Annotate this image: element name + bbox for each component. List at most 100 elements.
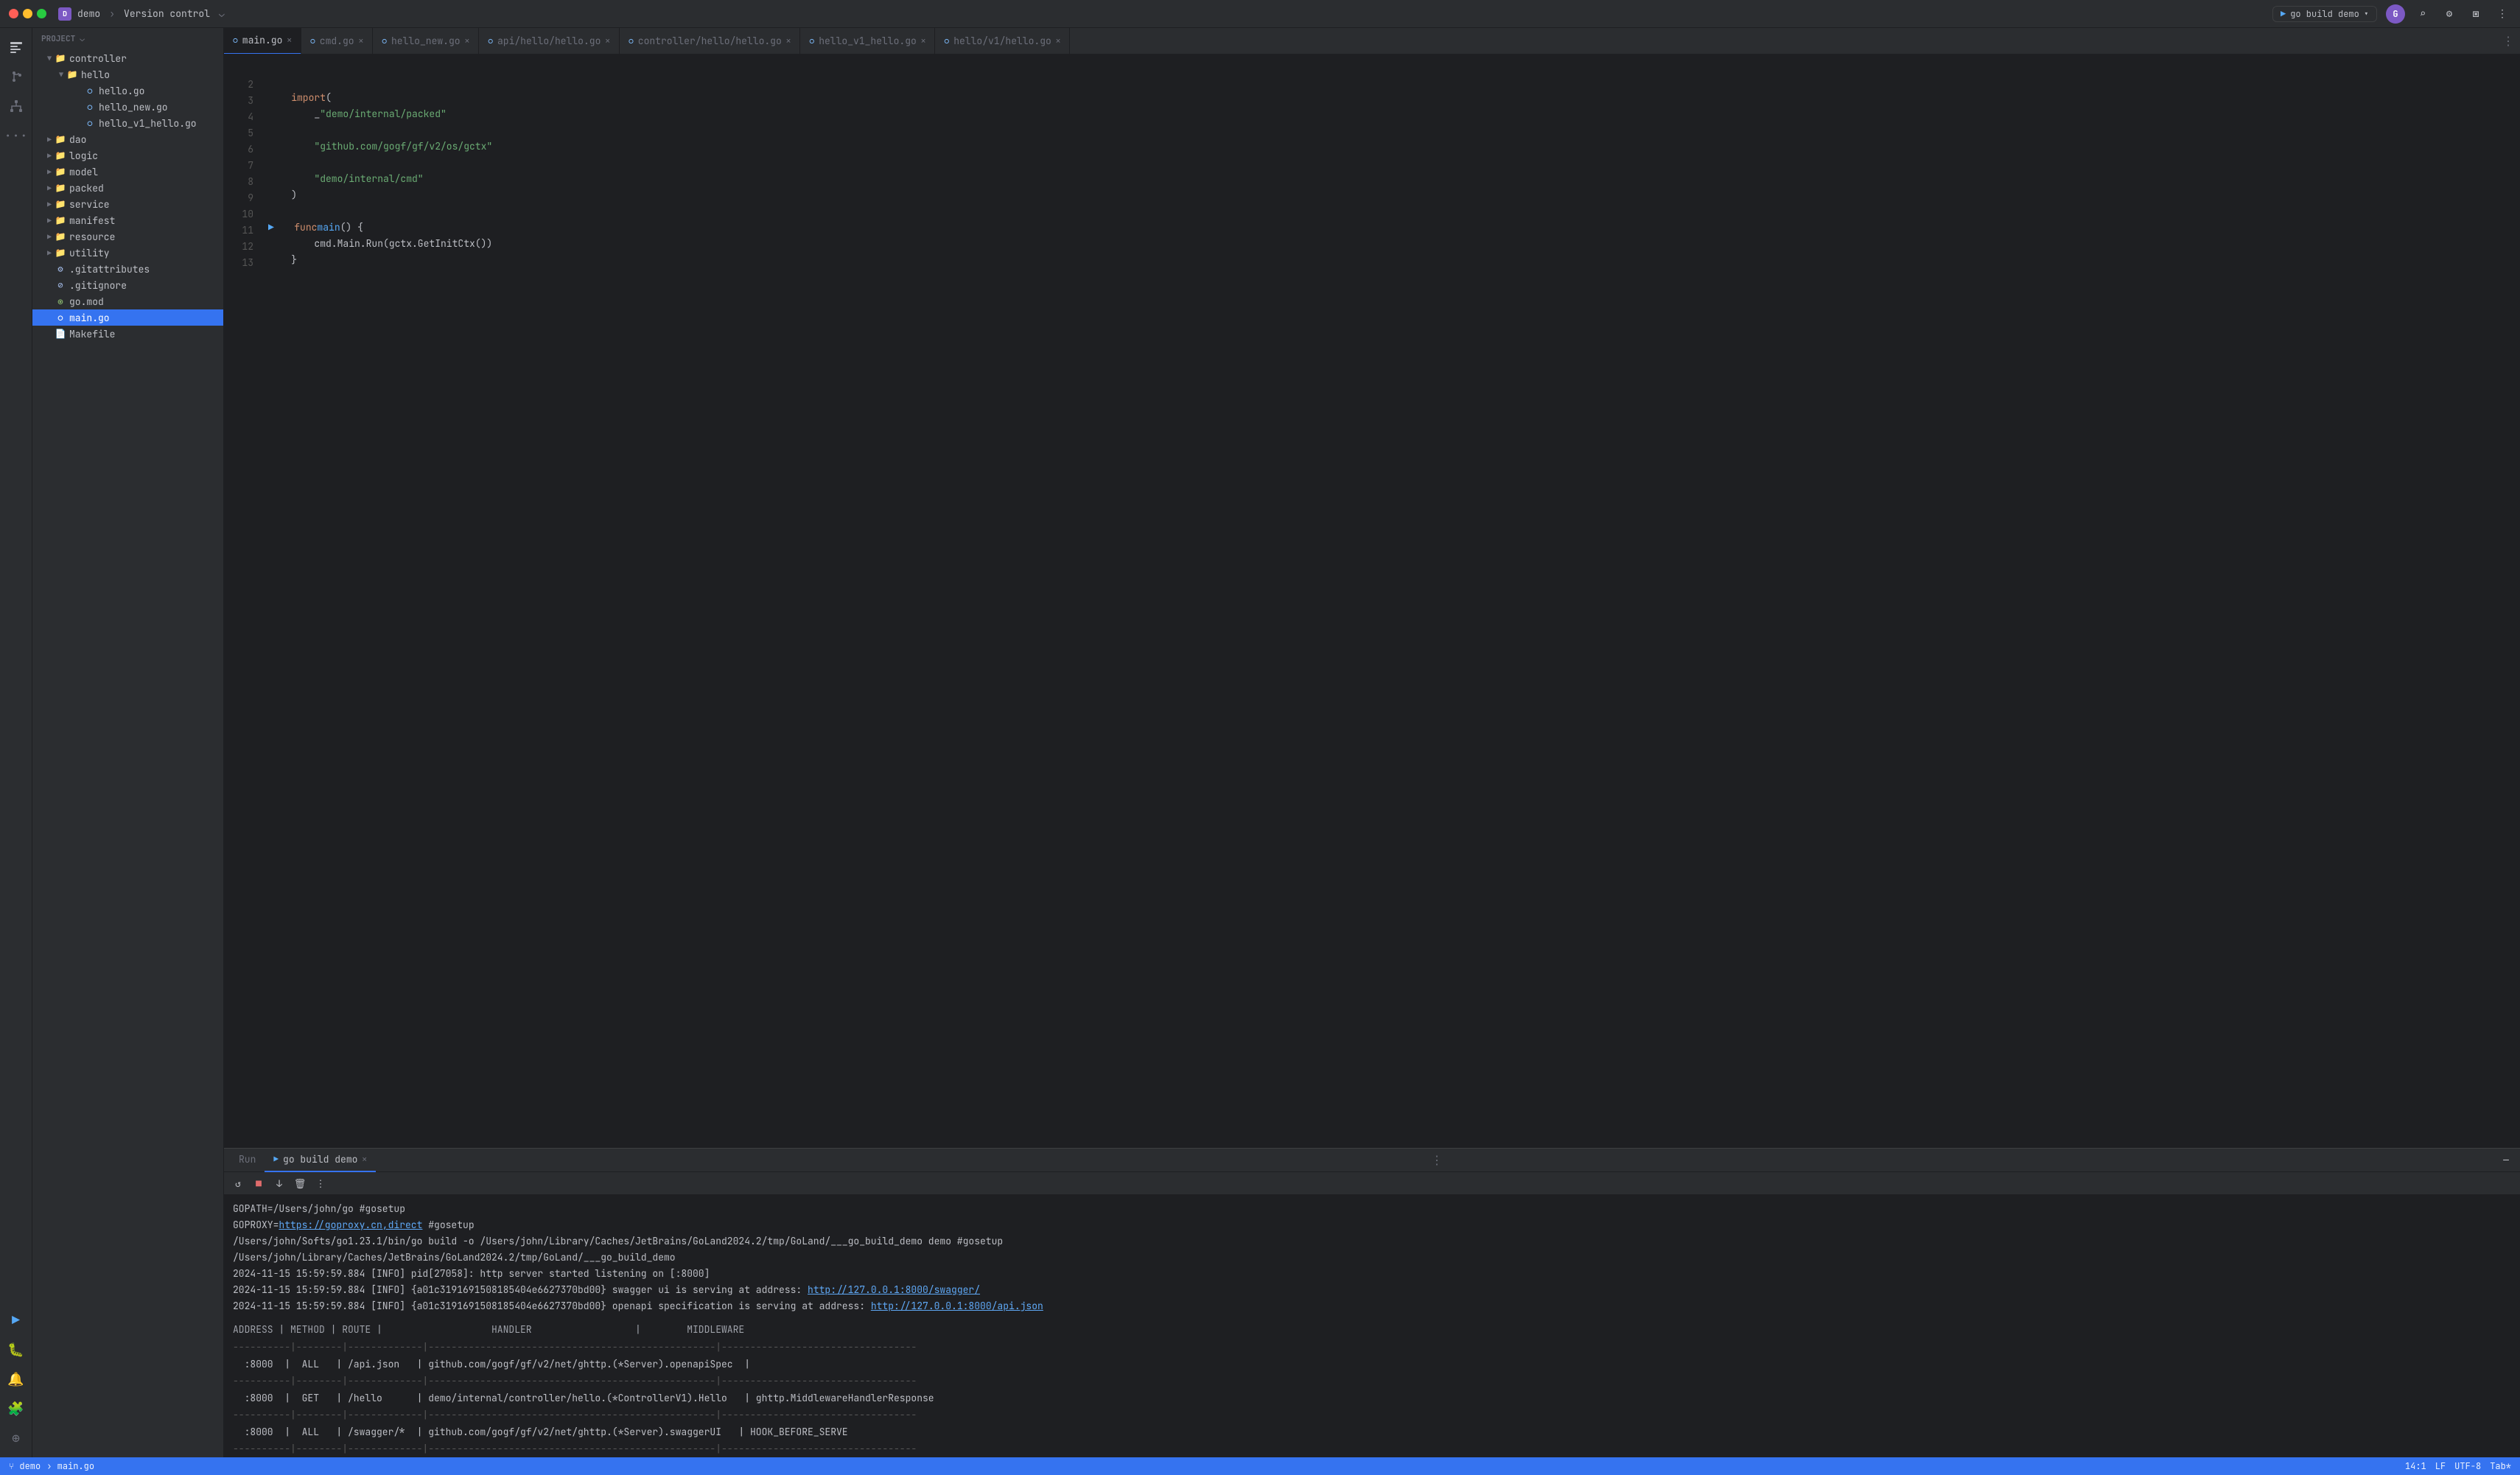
tree-item-hello-new-go[interactable]: ○ hello_new.go	[32, 99, 223, 115]
rerun-button[interactable]: ↺	[230, 1175, 246, 1191]
tree-item-manifest[interactable]: ▶ 📁 manifest	[32, 212, 223, 228]
tab-close-button[interactable]: ✕	[1056, 36, 1061, 46]
table-divider: ----------|--------|-------------|------…	[233, 1441, 2511, 1457]
output-line-5: 2024-11-15 15:59:59.884 [INFO] pid[27058…	[233, 1266, 2511, 1282]
status-line-ending[interactable]: LF	[2435, 1460, 2446, 1472]
tab-close-button[interactable]: ✕	[287, 35, 292, 46]
close-button[interactable]	[9, 9, 18, 18]
run-output[interactable]: GOPATH=/Users/john/go #gosetup GOPROXY=h…	[224, 1195, 2520, 1457]
status-indent[interactable]: Tab*	[2490, 1460, 2511, 1472]
tree-item-service[interactable]: ▶ 📁 service	[32, 196, 223, 212]
run-tab-label: Run	[239, 1153, 256, 1166]
tree-item-hello-go[interactable]: ○ hello.go	[32, 83, 223, 99]
tab-close-button[interactable]: ✕	[465, 36, 470, 46]
tree-item-gitattributes[interactable]: ⚙ .gitattributes	[32, 261, 223, 277]
tab-hello-new-go[interactable]: ○ hello_new.go ✕	[373, 28, 479, 55]
status-position[interactable]: 14:1	[2405, 1460, 2426, 1472]
tab-main-go[interactable]: ○ main.go ✕	[224, 28, 301, 55]
run-tab-close-button[interactable]: ✕	[362, 1155, 367, 1165]
activity-structure-icon[interactable]	[3, 93, 29, 119]
run-tab-label: go build demo	[283, 1153, 357, 1166]
run-panel-controls: —	[2498, 1152, 2514, 1169]
tree-arrow-utility: ▶	[44, 248, 55, 258]
run-panel-minimize-button[interactable]: —	[2498, 1152, 2514, 1169]
tab-controller-hello-go[interactable]: ○ controller/hello/hello.go ✕	[620, 28, 800, 55]
tab-label: hello_new.go	[391, 35, 461, 47]
go-file-tab-icon: ○	[488, 36, 493, 46]
tree-item-model[interactable]: ▶ 📁 model	[32, 164, 223, 180]
code-line: _ "demo/internal/packed"	[259, 106, 2514, 122]
status-git-branch[interactable]: ⑂ demo	[9, 1460, 41, 1472]
tab-close-button[interactable]: ✕	[786, 36, 791, 46]
run-tab-run[interactable]: Run	[230, 1149, 265, 1172]
run-configuration-widget[interactable]: ▶ go build demo ▾	[2272, 6, 2377, 22]
settings-icon[interactable]: ⚙	[2440, 5, 2458, 23]
run-tabs-more-button[interactable]: ⋮	[1431, 1152, 1443, 1168]
go-file-icon: ○	[84, 101, 96, 113]
tree-item-gitignore[interactable]: ⊘ .gitignore	[32, 277, 223, 293]
swagger-link[interactable]: http://127.0.0.1:8000/swagger/	[808, 1283, 980, 1296]
tab-label: hello_v1_hello.go	[819, 35, 917, 47]
activity-more-icon[interactable]: ···	[3, 122, 29, 149]
activity-plugins-icon[interactable]: 🧩	[3, 1395, 29, 1422]
run-toolbar-more-button[interactable]: ⋮	[312, 1175, 329, 1191]
layout-icon[interactable]: ▣	[2467, 5, 2485, 23]
tree-item-resource[interactable]: ▶ 📁 resource	[32, 228, 223, 245]
stop-button[interactable]: ■	[251, 1175, 267, 1191]
tree-item-gomod[interactable]: ◉ go.mod	[32, 293, 223, 309]
activity-run-icon[interactable]: ▶	[3, 1307, 29, 1334]
minimize-button[interactable]	[23, 9, 32, 18]
run-tab-build[interactable]: ▶ go build demo ✕	[265, 1149, 376, 1172]
version-control-label[interactable]: Version control	[124, 7, 210, 20]
tab-close-button[interactable]: ✕	[359, 36, 364, 46]
tree-item-utility[interactable]: ▶ 📁 utility	[32, 245, 223, 261]
code-line	[259, 122, 2514, 139]
status-charset[interactable]: UTF-8	[2454, 1460, 2481, 1472]
tab-hello-v1-hello-go[interactable]: ○ hello_v1_hello.go ✕	[800, 28, 935, 55]
editor-tabs: ○ main.go ✕ ○ cmd.go ✕ ○ hello_new.go ✕ …	[224, 28, 2520, 55]
tab-api-hello-go[interactable]: ○ api/hello/hello.go ✕	[479, 28, 620, 55]
tree-item-dao[interactable]: ▶ 📁 dao	[32, 131, 223, 147]
file-icon: 📄	[55, 328, 66, 340]
project-name[interactable]: demo	[77, 7, 100, 20]
tab-close-button[interactable]: ✕	[605, 36, 610, 46]
table-row: :8000 | GET | /hello | demo/internal/con…	[233, 1390, 2511, 1407]
activity-bottom-icon[interactable]: ⊕	[3, 1425, 29, 1451]
search-icon[interactable]: ⌕	[2414, 5, 2432, 23]
route-table: ADDRESS | METHOD | ROUTE | HANDLER | MID…	[233, 1320, 2511, 1457]
run-toolbar: ↺ ■ ↓ 🗑 ⋮	[224, 1172, 2520, 1195]
tree-item-packed[interactable]: ▶ 📁 packed	[32, 180, 223, 196]
tab-cmd-go[interactable]: ○ cmd.go ✕	[301, 28, 373, 55]
git-icon: ⑂	[9, 1460, 14, 1472]
tree-item-controller[interactable]: ▼ 📁 controller	[32, 50, 223, 66]
openapi-link[interactable]: http://127.0.0.1:8000/api.json	[871, 1300, 1043, 1312]
tab-hello-v1-hello2-go[interactable]: ○ hello/v1/hello.go ✕	[935, 28, 1070, 55]
activity-notifications-icon[interactable]: 🔔	[3, 1366, 29, 1392]
go-file-tab-icon: ○	[233, 35, 238, 46]
clear-output-button[interactable]: 🗑	[292, 1175, 308, 1191]
goproxy-link[interactable]: https://goproxy.cn,direct	[279, 1219, 422, 1231]
tree-item-logic[interactable]: ▶ 📁 logic	[32, 147, 223, 164]
activity-git-icon[interactable]	[3, 63, 29, 90]
tree-item-makefile[interactable]: 📄 Makefile	[32, 326, 223, 342]
code-line: "demo/internal/cmd"	[259, 171, 2514, 187]
user-avatar[interactable]: G	[2386, 4, 2405, 24]
run-gutter-icon[interactable]: ▶	[268, 220, 274, 236]
activity-debug-icon[interactable]: 🐛	[3, 1336, 29, 1363]
activity-project-icon[interactable]	[3, 34, 29, 60]
status-breadcrumb[interactable]: › main.go	[46, 1460, 94, 1472]
maximize-button[interactable]	[37, 9, 46, 18]
tabs-more-button[interactable]: ⋮	[2496, 33, 2520, 49]
run-panel: Run ▶ go build demo ✕ ⋮ — ↺ ■ ↓	[224, 1148, 2520, 1457]
tab-close-button[interactable]: ✕	[921, 36, 926, 46]
scroll-to-end-button[interactable]: ↓	[271, 1175, 287, 1191]
code-editor[interactable]: 2 3 4 5 6 7 8 9 10 11 12 13	[224, 55, 2520, 1148]
tree-item-hello-v1-hello-go[interactable]: ○ hello_v1_hello.go	[32, 115, 223, 131]
tree-item-main-go[interactable]: ○ main.go	[32, 309, 223, 326]
tree-item-hello[interactable]: ▼ 📁 hello	[32, 66, 223, 83]
code-content[interactable]: import ( _ "demo/internal/packed" "githu…	[259, 55, 2514, 1148]
more-icon[interactable]: ⋮	[2493, 5, 2511, 23]
table-row: :8000 | ALL | /swagger/* | github.com/go…	[233, 1423, 2511, 1441]
editor-scrollbar[interactable]	[2514, 55, 2520, 1148]
run-config-icon: ▶	[2281, 8, 2286, 20]
